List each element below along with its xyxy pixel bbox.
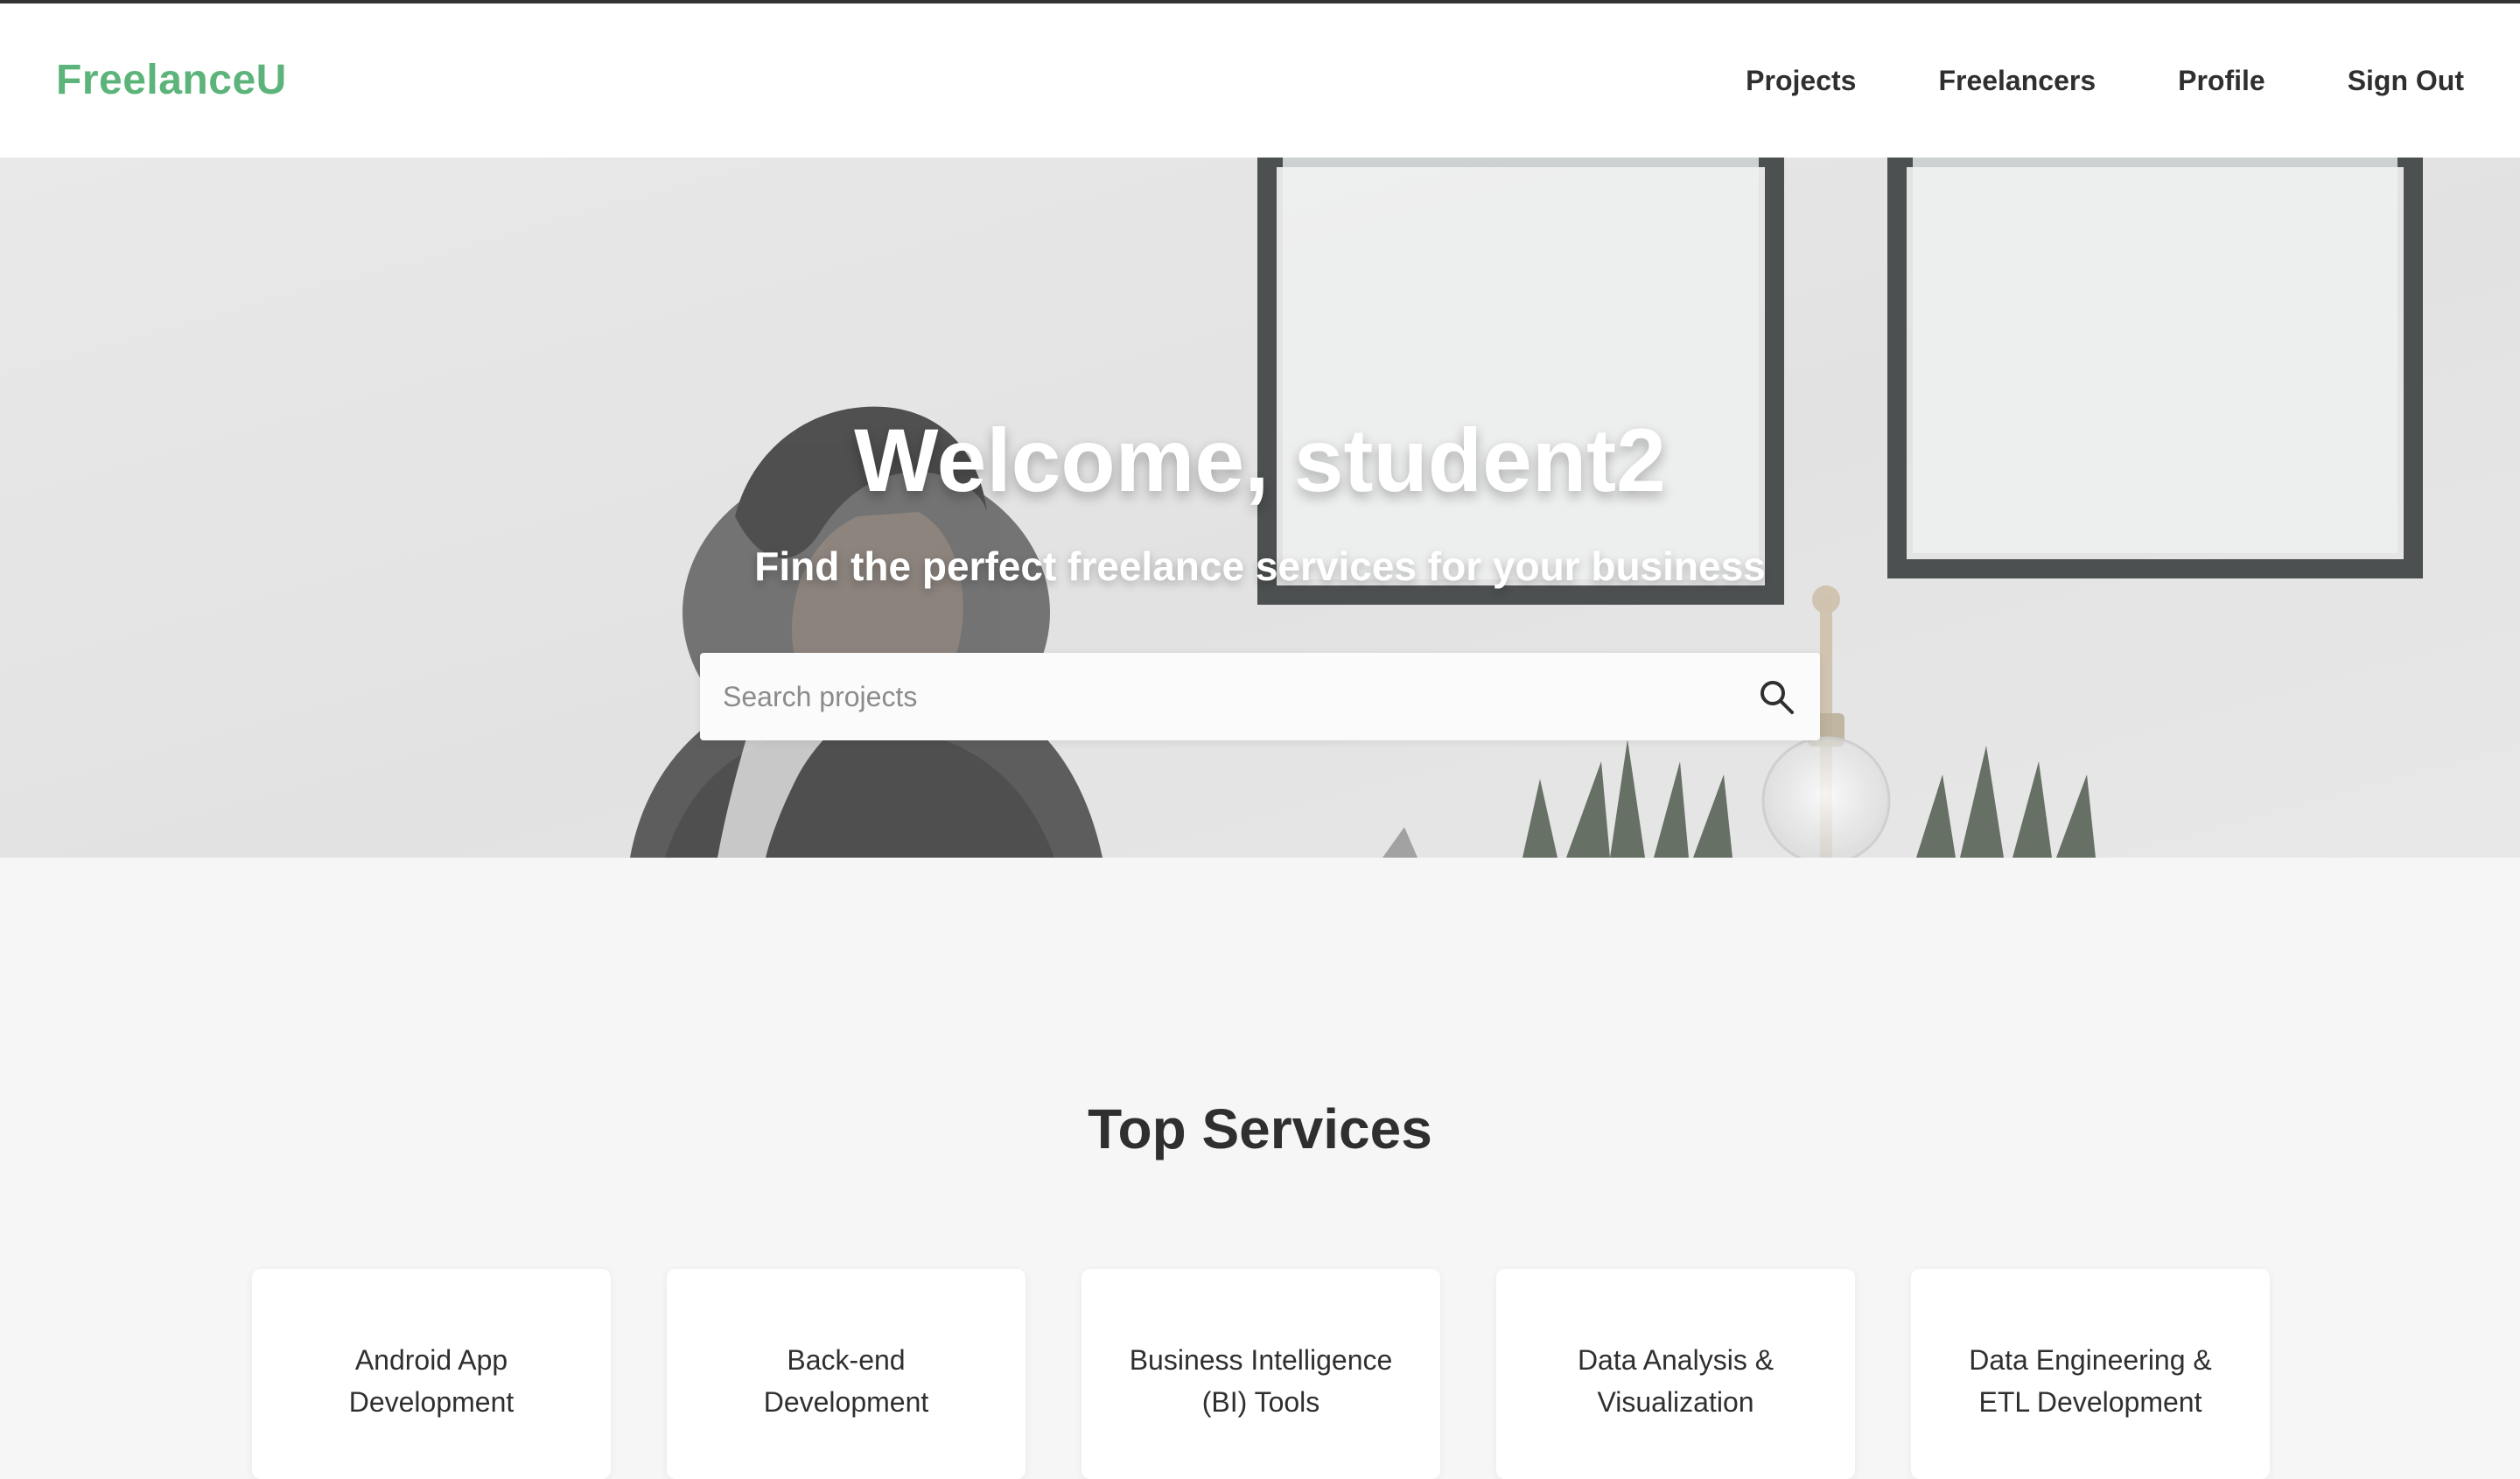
nav-projects-link[interactable]: Projects xyxy=(1746,65,1856,97)
top-navigation-bar: FreelanceU Projects Freelancers Profile … xyxy=(0,0,2520,158)
nav-sign-out-link[interactable]: Sign Out xyxy=(2348,65,2464,97)
nav-profile-link[interactable]: Profile xyxy=(2178,65,2265,97)
service-card-label: Business Intelligence (BI) Tools xyxy=(1129,1344,1393,1418)
service-card-label: Back-end Development xyxy=(763,1344,929,1418)
service-card-label: Data Analysis & Visualization xyxy=(1577,1344,1774,1418)
search-icon xyxy=(1760,681,1794,714)
brand-logo[interactable]: FreelanceU xyxy=(56,56,287,104)
hero-subtitle: Find the perfect freelance services for … xyxy=(754,543,1766,589)
service-card[interactable]: Data Engineering & ETL Development xyxy=(1911,1269,2270,1479)
hero-section: Welcome, student2 Find the perfect freel… xyxy=(0,158,2520,858)
services-list: Android App Development Back-end Develop… xyxy=(252,1269,2270,1479)
search-button[interactable] xyxy=(1755,676,1797,718)
main-nav: Projects Freelancers Profile Sign Out xyxy=(1746,65,2464,97)
service-card[interactable]: Business Intelligence (BI) Tools xyxy=(1082,1269,1440,1479)
service-card-label: Data Engineering & ETL Development xyxy=(1969,1344,2212,1418)
service-card-label: Android App Development xyxy=(348,1344,514,1418)
service-card[interactable]: Back-end Development xyxy=(667,1269,1026,1479)
nav-freelancers-link[interactable]: Freelancers xyxy=(1938,65,2096,97)
search-input[interactable] xyxy=(700,653,1715,740)
welcome-heading: Welcome, student2 xyxy=(854,410,1666,511)
service-card[interactable]: Android App Development xyxy=(252,1269,611,1479)
service-card[interactable]: Data Analysis & Visualization xyxy=(1496,1269,1855,1479)
top-services-title: Top Services xyxy=(1088,1097,1432,1161)
search-bar xyxy=(700,653,1820,740)
